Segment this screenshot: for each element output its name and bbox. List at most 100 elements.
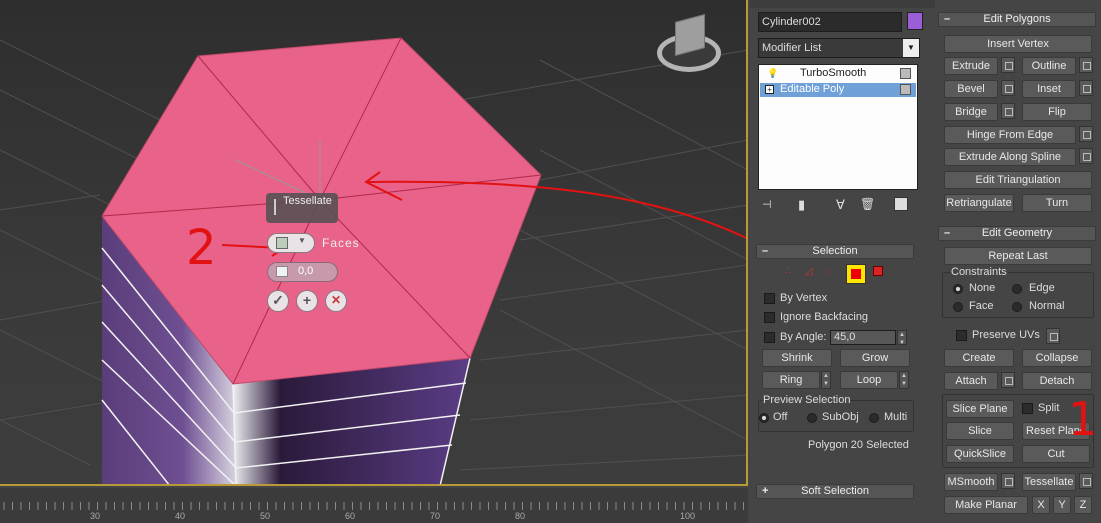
rollout-edit-geometry[interactable]: – Edit Geometry [938, 226, 1096, 241]
show-end-result-icon[interactable]: ▮ [798, 197, 805, 213]
ring-button[interactable]: Ring [762, 371, 820, 389]
attach-button[interactable]: Attach [944, 372, 998, 390]
constraint-edge-radio[interactable] [1012, 284, 1022, 294]
angle-spinner[interactable]: ▲ ▼ [897, 330, 907, 346]
planar-x-button[interactable]: X [1032, 496, 1050, 514]
tessellate-caddy[interactable]: Tessellate [266, 193, 338, 223]
loop-button[interactable]: Loop [840, 371, 898, 389]
viewcube-icon[interactable] [655, 13, 723, 74]
ring-spinner[interactable]: ▲ ▼ [821, 371, 831, 389]
extrude-spline-settings-icon[interactable] [1079, 148, 1093, 164]
attach-settings-icon[interactable] [1001, 372, 1015, 388]
vertex-mode-icon[interactable]: ∴ [785, 266, 791, 277]
rollout-edit-polygons[interactable]: – Edit Polygons [938, 12, 1096, 27]
border-mode-icon[interactable]: ◌ [825, 266, 831, 277]
split-checkbox[interactable] [1022, 403, 1033, 414]
object-name-field[interactable]: Cylinder002 [758, 12, 902, 32]
remove-modifier-icon[interactable]: 🗑 [860, 197, 875, 211]
ignore-backfacing-checkbox[interactable] [764, 312, 775, 323]
expand-plus-icon[interactable]: + [765, 85, 774, 94]
caddy-apply-button[interactable]: + [296, 290, 318, 312]
preview-subobj-radio[interactable] [807, 413, 817, 423]
rollout-soft-selection[interactable]: + Soft Selection [756, 484, 914, 499]
extrude-settings-icon[interactable] [1001, 57, 1015, 73]
modifier-stack[interactable]: 💡 TurboSmooth + Editable Poly [758, 64, 918, 190]
stack-item-toggle[interactable] [900, 68, 911, 79]
collapse-icon: – [762, 245, 769, 257]
preserve-uvs-label: Preserve UVs [972, 329, 1040, 341]
planar-y-button[interactable]: Y [1053, 496, 1071, 514]
turn-button[interactable]: Turn [1022, 194, 1092, 212]
inset-settings-icon[interactable] [1079, 80, 1093, 96]
constraint-face-radio[interactable] [953, 302, 963, 312]
angle-input[interactable]: 45,0 [830, 330, 896, 345]
stack-item-toggle[interactable] [900, 84, 911, 95]
hinge-from-edge-button[interactable]: Hinge From Edge [944, 126, 1076, 144]
cut-button[interactable]: Cut [1022, 445, 1090, 463]
pin-stack-icon[interactable]: ⊣ [762, 198, 772, 211]
caddy-tension-value: 0,0 [298, 265, 314, 277]
preview-multi-radio[interactable] [869, 413, 879, 423]
rollout-selection[interactable]: – Selection [756, 244, 914, 259]
outline-settings-icon[interactable] [1079, 57, 1093, 73]
time-ruler[interactable]: 30 40 50 60 70 80 100 [0, 488, 748, 523]
inset-button[interactable]: Inset [1022, 80, 1076, 98]
caddy-tension-field[interactable]: 0,0 [267, 262, 338, 282]
make-unique-icon[interactable]: ∀ [836, 197, 845, 213]
msmooth-button[interactable]: MSmooth [944, 473, 998, 491]
hinge-settings-icon[interactable] [1079, 126, 1093, 142]
edge-mode-icon[interactable]: ◿ [805, 266, 813, 277]
retriangulate-button[interactable]: Retriangulate [944, 194, 1014, 212]
edit-triangulation-button[interactable]: Edit Triangulation [944, 171, 1092, 189]
msmooth-settings-icon[interactable] [1001, 473, 1015, 489]
detach-button[interactable]: Detach [1022, 372, 1092, 390]
tessellate-button[interactable]: Tessellate [1022, 473, 1076, 491]
repeat-last-button[interactable]: Repeat Last [944, 247, 1092, 265]
slice-button[interactable]: Slice [946, 422, 1014, 440]
flip-button[interactable]: Flip [1022, 103, 1092, 121]
preview-subobj-label: SubObj [822, 411, 859, 423]
polygon-mode-icon[interactable] [846, 264, 866, 284]
modifier-list-dropdown[interactable]: Modifier List ▼ [758, 38, 920, 58]
by-angle-checkbox[interactable] [764, 332, 775, 343]
bevel-settings-icon[interactable] [1001, 80, 1015, 96]
ruler-label: 80 [515, 511, 526, 521]
planar-z-button[interactable]: Z [1074, 496, 1092, 514]
bridge-settings-icon[interactable] [1001, 103, 1015, 119]
viewport-perspective[interactable]: 2 Tessellate ▼ Faces 0,0 ✓ + ✕ [0, 0, 748, 486]
by-vertex-checkbox[interactable] [764, 293, 775, 304]
stack-item-turbosmooth[interactable]: 💡 TurboSmooth [760, 67, 916, 81]
outline-button[interactable]: Outline [1022, 57, 1076, 75]
bridge-button[interactable]: Bridge [944, 103, 998, 121]
caddy-cancel-button[interactable]: ✕ [325, 290, 347, 312]
configure-sets-icon[interactable] [894, 197, 908, 211]
make-planar-button[interactable]: Make Planar [944, 496, 1028, 514]
selection-status: Polygon 20 Selected [808, 439, 909, 451]
quickslice-button[interactable]: QuickSlice [946, 445, 1014, 463]
caddy-mode-dropdown[interactable]: ▼ [267, 233, 315, 253]
modifier-list-label: Modifier List [762, 42, 822, 54]
collapse-button[interactable]: Collapse [1022, 349, 1092, 367]
create-button[interactable]: Create [944, 349, 1014, 367]
shrink-button[interactable]: Shrink [762, 349, 832, 367]
extrude-along-spline-button[interactable]: Extrude Along Spline [944, 148, 1076, 166]
constraint-none-radio[interactable] [953, 284, 963, 294]
tessellate-settings-icon[interactable] [1079, 473, 1093, 489]
object-color-swatch[interactable] [907, 12, 923, 30]
ruler-ticks [3, 502, 744, 510]
preserve-uvs-settings-icon[interactable] [1046, 328, 1060, 344]
rollout-title: Soft Selection [801, 485, 869, 497]
grow-button[interactable]: Grow [840, 349, 910, 367]
bevel-button[interactable]: Bevel [944, 80, 998, 98]
constraint-normal-radio[interactable] [1012, 302, 1022, 312]
preserve-uvs-checkbox[interactable] [956, 330, 967, 341]
insert-vertex-button[interactable]: Insert Vertex [944, 35, 1092, 53]
slice-plane-button[interactable]: Slice Plane [946, 400, 1014, 418]
collapse-icon: – [944, 13, 951, 25]
extrude-button[interactable]: Extrude [944, 57, 998, 75]
loop-spinner[interactable]: ▲ ▼ [899, 371, 909, 389]
preview-off-radio[interactable] [759, 413, 769, 423]
caddy-ok-button[interactable]: ✓ [267, 290, 289, 312]
stack-item-editable-poly[interactable]: + Editable Poly [760, 83, 916, 97]
element-mode-icon[interactable] [873, 266, 883, 276]
